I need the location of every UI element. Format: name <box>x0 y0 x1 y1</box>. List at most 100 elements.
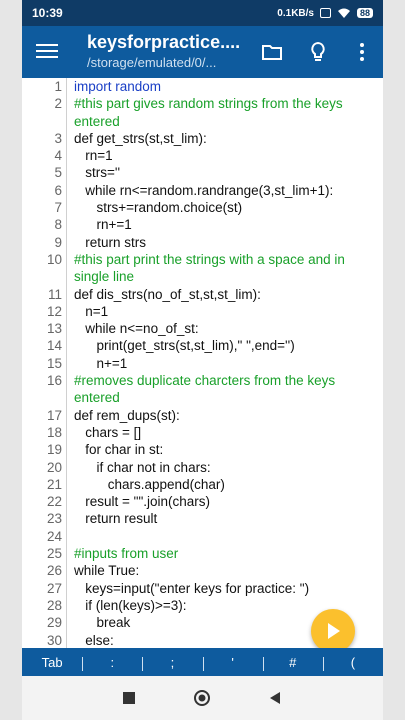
code-line[interactable]: 3 def get_strs(st,st_lim): <box>22 130 383 147</box>
code-line[interactable]: 19 for char in st: <box>22 441 383 458</box>
phone-screen: 10:39 0.1KB/s 88 keysforpractice.... /st… <box>22 0 383 720</box>
line-number: 11 <box>47 286 62 302</box>
code-line[interactable]: 1 import random <box>22 78 383 95</box>
key-semicolon[interactable]: ; <box>142 655 202 671</box>
menu-icon[interactable] <box>36 40 58 62</box>
code-text: import random <box>74 79 162 94</box>
code-line[interactable]: 27 keys=input("enter keys for practice: … <box>22 580 383 597</box>
code-line[interactable]: 8 rn+=1 <box>22 216 383 233</box>
gutter-divider <box>66 78 67 648</box>
line-number: 25 <box>46 546 62 562</box>
line-number: 20 <box>46 459 62 475</box>
file-path: /storage/emulated/0/... <box>87 55 217 70</box>
code-text: return result <box>74 511 158 527</box>
code-text: if char not in chars: <box>74 459 211 475</box>
code-line[interactable]: 4 rn=1 <box>22 147 383 164</box>
key-hash[interactable]: # <box>262 655 323 671</box>
code-text: rn=1 <box>74 148 113 164</box>
folder-icon[interactable] <box>260 40 284 64</box>
code-line[interactable]: 9 return strs <box>22 234 383 251</box>
code-text: result = "".join(chars) <box>74 494 211 510</box>
code-text: while n<=no_of_st: <box>74 321 199 337</box>
code-text: strs+=random.choice(st) <box>74 200 243 216</box>
code-text: while rn<=random.randrange(3,st_lim+1): <box>74 182 334 198</box>
code-line[interactable]: 6 while rn<=random.randrange(3,st_lim+1)… <box>22 182 383 199</box>
key-paren[interactable]: ( <box>322 655 383 671</box>
wifi-icon <box>337 8 350 18</box>
code-line[interactable]: 20 if char not in chars: <box>22 459 383 476</box>
code-line[interactable]: 12 n=1 <box>22 303 383 320</box>
more-options-icon[interactable] <box>350 40 374 64</box>
line-number: 1 <box>54 79 62 94</box>
line-number: 14 <box>46 338 62 354</box>
code-line[interactable]: 24 <box>22 528 383 545</box>
run-button[interactable] <box>311 609 355 653</box>
line-number: 7 <box>54 200 62 216</box>
line-number: 18 <box>46 424 62 440</box>
code-line[interactable]: 16 #removes duplicate charcters from the … <box>22 372 383 407</box>
line-number: 2 <box>54 96 62 112</box>
code-line[interactable]: 25 #inputs from user <box>22 545 383 562</box>
code-text: chars = [] <box>74 424 142 440</box>
line-number: 9 <box>54 234 62 250</box>
file-title-group[interactable]: keysforpractice.... /storage/emulated/0/… <box>87 30 247 72</box>
network-speed: 0.1KB/s <box>277 7 314 19</box>
code-line[interactable]: 26 while True: <box>22 562 383 579</box>
code-line[interactable]: 11 def dis_strs(no_of_st,st,st_lim): <box>22 286 383 303</box>
app-bar: keysforpractice.... /storage/emulated/0/… <box>22 26 383 78</box>
back-icon[interactable] <box>267 690 283 706</box>
code-line[interactable]: 10 #this part print the strings with a sp… <box>22 251 383 286</box>
line-number: 23 <box>46 511 62 527</box>
battery-level: 88 <box>356 8 373 18</box>
code-text: #removes duplicate charcters from the ke… <box>74 373 339 406</box>
code-line[interactable]: 23 return result <box>22 510 383 527</box>
system-nav-bar <box>22 676 383 720</box>
line-number: 8 <box>54 217 62 233</box>
status-bar: 10:39 0.1KB/s 88 <box>22 0 383 26</box>
line-number: 21 <box>46 476 62 492</box>
code-line[interactable]: 2 #this part gives random strings from th… <box>22 95 383 130</box>
code-line[interactable]: 17 def rem_dups(st): <box>22 407 383 424</box>
code-text: def get_strs(st,st_lim): <box>74 130 207 146</box>
key-quote[interactable]: ' <box>202 655 263 671</box>
recents-icon[interactable] <box>121 690 137 706</box>
code-line[interactable]: 5 strs='' <box>22 164 383 181</box>
code-text: return strs <box>74 234 147 250</box>
line-number: 12 <box>46 303 62 319</box>
line-number: 19 <box>46 442 62 458</box>
code-editor[interactable]: 1 import random 2 #this part gives random s… <box>22 78 383 648</box>
code-line[interactable]: 7 strs+=random.choice(st) <box>22 199 383 216</box>
code-text: n=1 <box>74 303 109 319</box>
line-number: 6 <box>54 182 62 198</box>
code-text: chars.append(char) <box>74 476 225 492</box>
line-number: 3 <box>54 130 62 146</box>
line-number: 4 <box>54 148 62 164</box>
key-colon[interactable]: : <box>82 655 142 671</box>
line-number: 10 <box>46 251 62 267</box>
code-line[interactable]: 14 print(get_strs(st,st_lim)," ",end='') <box>22 337 383 354</box>
code-line[interactable]: 15 n+=1 <box>22 355 383 372</box>
key-tab[interactable]: Tab <box>22 655 82 670</box>
code-lines: 1 import random 2 #this part gives random s… <box>22 78 383 648</box>
code-line[interactable]: 21 chars.append(char) <box>22 476 383 493</box>
home-icon[interactable] <box>194 690 210 706</box>
extra-keys-bar: Tab : ; ' # ( <box>22 648 383 676</box>
code-text: print(get_strs(st,st_lim)," ",end='') <box>74 338 295 354</box>
code-text: rn+=1 <box>74 217 132 233</box>
notification-icon <box>319 8 331 18</box>
code-line[interactable]: 18 chars = [] <box>22 424 383 441</box>
line-number: 22 <box>46 494 62 510</box>
line-number: 16 <box>46 373 62 389</box>
line-number: 26 <box>46 563 62 579</box>
line-number: 28 <box>46 597 62 613</box>
code-line[interactable]: 22 result = "".join(chars) <box>22 493 383 510</box>
lightbulb-icon[interactable] <box>306 40 330 64</box>
line-number: 17 <box>46 407 62 423</box>
line-number: 24 <box>46 528 62 544</box>
line-number: 15 <box>46 355 62 371</box>
file-title: keysforpractice.... <box>87 32 241 52</box>
code-line[interactable]: 13 while n<=no_of_st: <box>22 320 383 337</box>
line-number: 29 <box>46 615 62 631</box>
code-text: #this part print the strings with a spac… <box>74 251 349 285</box>
